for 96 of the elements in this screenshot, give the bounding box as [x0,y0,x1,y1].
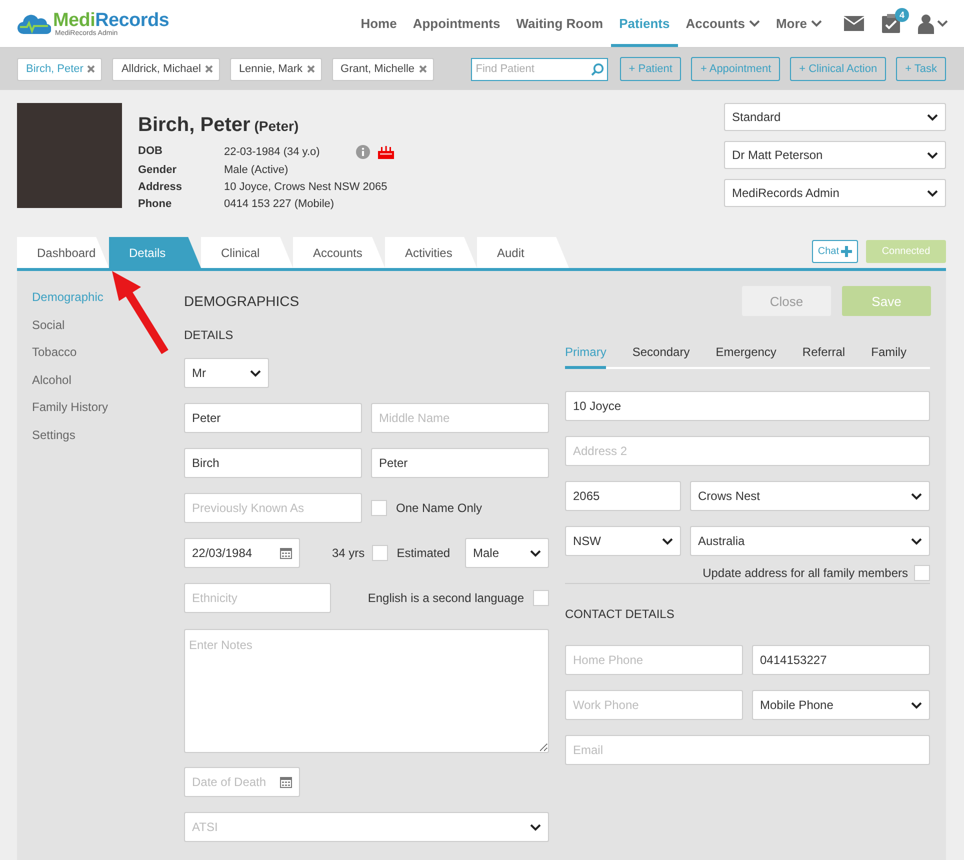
close-icon[interactable] [204,65,213,73]
tab[interactable]: Activities [385,237,477,268]
state-select[interactable]: NSW [565,526,681,556]
patient-name: Birch, Peter [138,114,250,137]
find-patient-field[interactable]: Find Patient [470,58,608,80]
update-family-checkbox[interactable] [914,565,930,581]
postcode-field[interactable]: 2065 [565,481,681,511]
address-line-field[interactable]: 10 Joyce [565,391,930,421]
preferred-name: (Peter) [254,118,299,134]
header-select[interactable]: Standard [724,103,946,131]
date-of-birth-field[interactable]: 22/03/1984 [184,538,300,568]
mobile-phone-field[interactable]: 0414153227 [752,645,930,675]
plus-icon [841,246,852,257]
tab[interactable]: Accounts [293,237,385,268]
field-label: Gender [138,164,178,176]
work-phone-field[interactable]: Work Phone [565,690,743,720]
field-value: 22-03-1984 (34 y.o) [224,146,320,158]
nav-link[interactable]: Appointments [404,0,508,47]
field-value: 0414 153 227 (Mobile) [224,198,336,210]
chevron-down-icon [911,538,922,544]
section-heading: DETAILS [184,328,234,344]
notification-badge: 4 [895,8,909,22]
chevron-down-icon [937,20,948,27]
logo-wordmark[interactable]: MediRecords [53,10,170,30]
checkbox-label: English is a second language [368,591,524,605]
middle-name-field[interactable]: Middle Name [371,403,549,433]
home-phone-field[interactable]: Home Phone [565,645,743,675]
chevron-down-icon [927,190,938,196]
chevron-down-icon [662,538,673,544]
patient-tab[interactable]: Grant, Michelle [332,58,434,80]
sidebar-item[interactable]: Alcohol [32,366,184,394]
nav-link[interactable]: Waiting Room [508,0,612,47]
address-line-field[interactable]: Address 2 [565,436,930,466]
chevron-down-icon [911,702,922,708]
field-label: Phone [138,198,173,210]
field-label: Address [138,181,184,193]
field-value: 10 Joyce, Crows Nest NSW 2065 [224,181,388,193]
user-icon[interactable] [918,14,934,34]
age-text: 34 yrs [332,546,365,560]
sidebar-item[interactable]: Social [32,312,184,340]
address-tab[interactable]: Secondary [632,336,690,369]
estimated-checkbox[interactable] [372,545,388,561]
tab[interactable]: Clinical [201,237,293,268]
chevron-down-icon [911,492,922,500]
sidebar-item[interactable]: Family History [32,394,184,422]
one-name-only-checkbox[interactable] [371,500,387,516]
country-select[interactable]: Australia [690,526,930,556]
field-label: DOB [138,145,164,159]
address-tab[interactable]: Referral [802,336,846,369]
previous-name-field[interactable]: Previously Known As [184,493,362,523]
preferred-name-field[interactable]: Peter [371,448,549,478]
chevron-down-icon [250,370,261,376]
suburb-select[interactable]: Crows Nest [690,481,930,511]
nav-link[interactable]: More [768,0,830,47]
chevron-down-icon [927,152,938,158]
chevron-down-icon [530,824,541,830]
tab[interactable]: Dashboard [17,237,109,268]
header-select[interactable]: MediRecords Admin [724,179,946,207]
header-select[interactable]: Dr Matt Peterson [724,141,946,169]
phone-type-select[interactable]: Mobile Phone [752,690,930,720]
first-name-field[interactable]: Peter [184,403,362,433]
mail-icon[interactable] [844,16,864,31]
calendar-icon[interactable] [280,547,292,559]
address-tab[interactable]: Family [871,336,906,369]
patient-tab[interactable]: Alldrick, Michael [112,58,220,80]
close-icon[interactable] [418,65,427,73]
last-name-field[interactable]: Birch [184,448,362,478]
tab[interactable]: Audit [477,237,569,268]
field-value: Male (Active) [224,164,290,176]
nav-link[interactable]: Accounts [678,0,768,47]
notes-field[interactable]: Enter Notes [184,629,549,753]
sidebar-item[interactable]: Tobacco [32,339,184,367]
chevron-down-icon [927,114,938,120]
clipboard-check-icon[interactable] [882,14,900,33]
date-of-death-field[interactable]: Date of Death [184,767,300,797]
search-icon[interactable] [590,62,604,76]
close-icon[interactable] [306,65,315,73]
calendar-icon[interactable] [280,776,292,788]
birthday-cake-icon [378,145,394,159]
ethnicity-field[interactable]: Ethnicity [184,583,331,613]
checkbox-label: Update address for all family members [702,566,908,580]
gender-select[interactable]: Male [465,538,549,568]
second-language-checkbox[interactable] [533,590,549,606]
email-field[interactable]: Email [565,735,930,765]
close-icon[interactable] [87,65,96,73]
info-icon[interactable] [356,145,370,159]
patient-tab[interactable]: Lennie, Mark [230,58,322,80]
sidebar-item[interactable]: Settings [32,422,184,450]
chevron-down-icon [530,550,541,556]
section-heading: CONTACT DETAILS [565,607,676,623]
checkbox-label: Estimated [396,546,450,560]
address-tab[interactable]: Emergency [716,336,776,369]
checkbox-label: One Name Only [396,501,482,515]
nav-link[interactable]: Home [352,0,405,47]
section-title: DEMOGRAPHICS [184,293,300,309]
title-select[interactable]: Mr [184,358,269,388]
